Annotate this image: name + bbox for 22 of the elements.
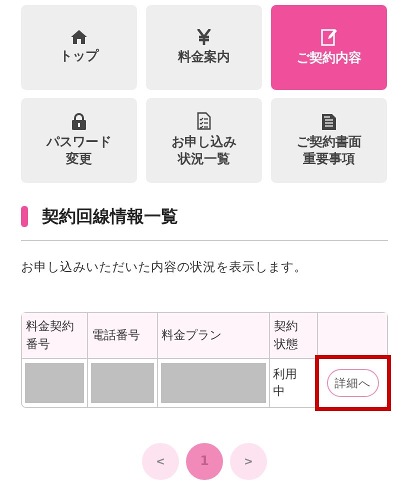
menu-tile[interactable]: トップ xyxy=(21,5,137,90)
details-button[interactable]: 詳細へ xyxy=(326,368,379,398)
table-cell: 利用中 xyxy=(270,359,318,407)
redacted-block xyxy=(90,363,154,403)
description-text: お申し込みいただいた内容の状況を表示します。 xyxy=(21,259,308,276)
edit-icon xyxy=(321,28,337,46)
section-title: 契約回線情報一覧 xyxy=(42,206,178,228)
yen-icon xyxy=(197,28,211,45)
home-icon xyxy=(71,30,87,44)
column-header: 料金契約番号 xyxy=(22,313,88,359)
menu-tile[interactable]: お申し込み 状況一覧 xyxy=(146,98,262,183)
menu-tile[interactable]: パスワード 変更 xyxy=(21,98,137,183)
checklist-icon xyxy=(197,112,211,130)
document-icon xyxy=(322,112,336,130)
menu-tile[interactable]: ご契約書面 重要事項 xyxy=(271,98,387,183)
lock-icon xyxy=(72,112,86,130)
column-header: 料金プラン xyxy=(158,313,270,359)
column-header: 契約状態 xyxy=(270,313,318,359)
redacted-block xyxy=(25,363,84,403)
column-header: 電話番号 xyxy=(88,313,158,359)
heading-marker xyxy=(21,206,28,227)
menu-tile[interactable]: 料金案内 xyxy=(146,5,262,90)
